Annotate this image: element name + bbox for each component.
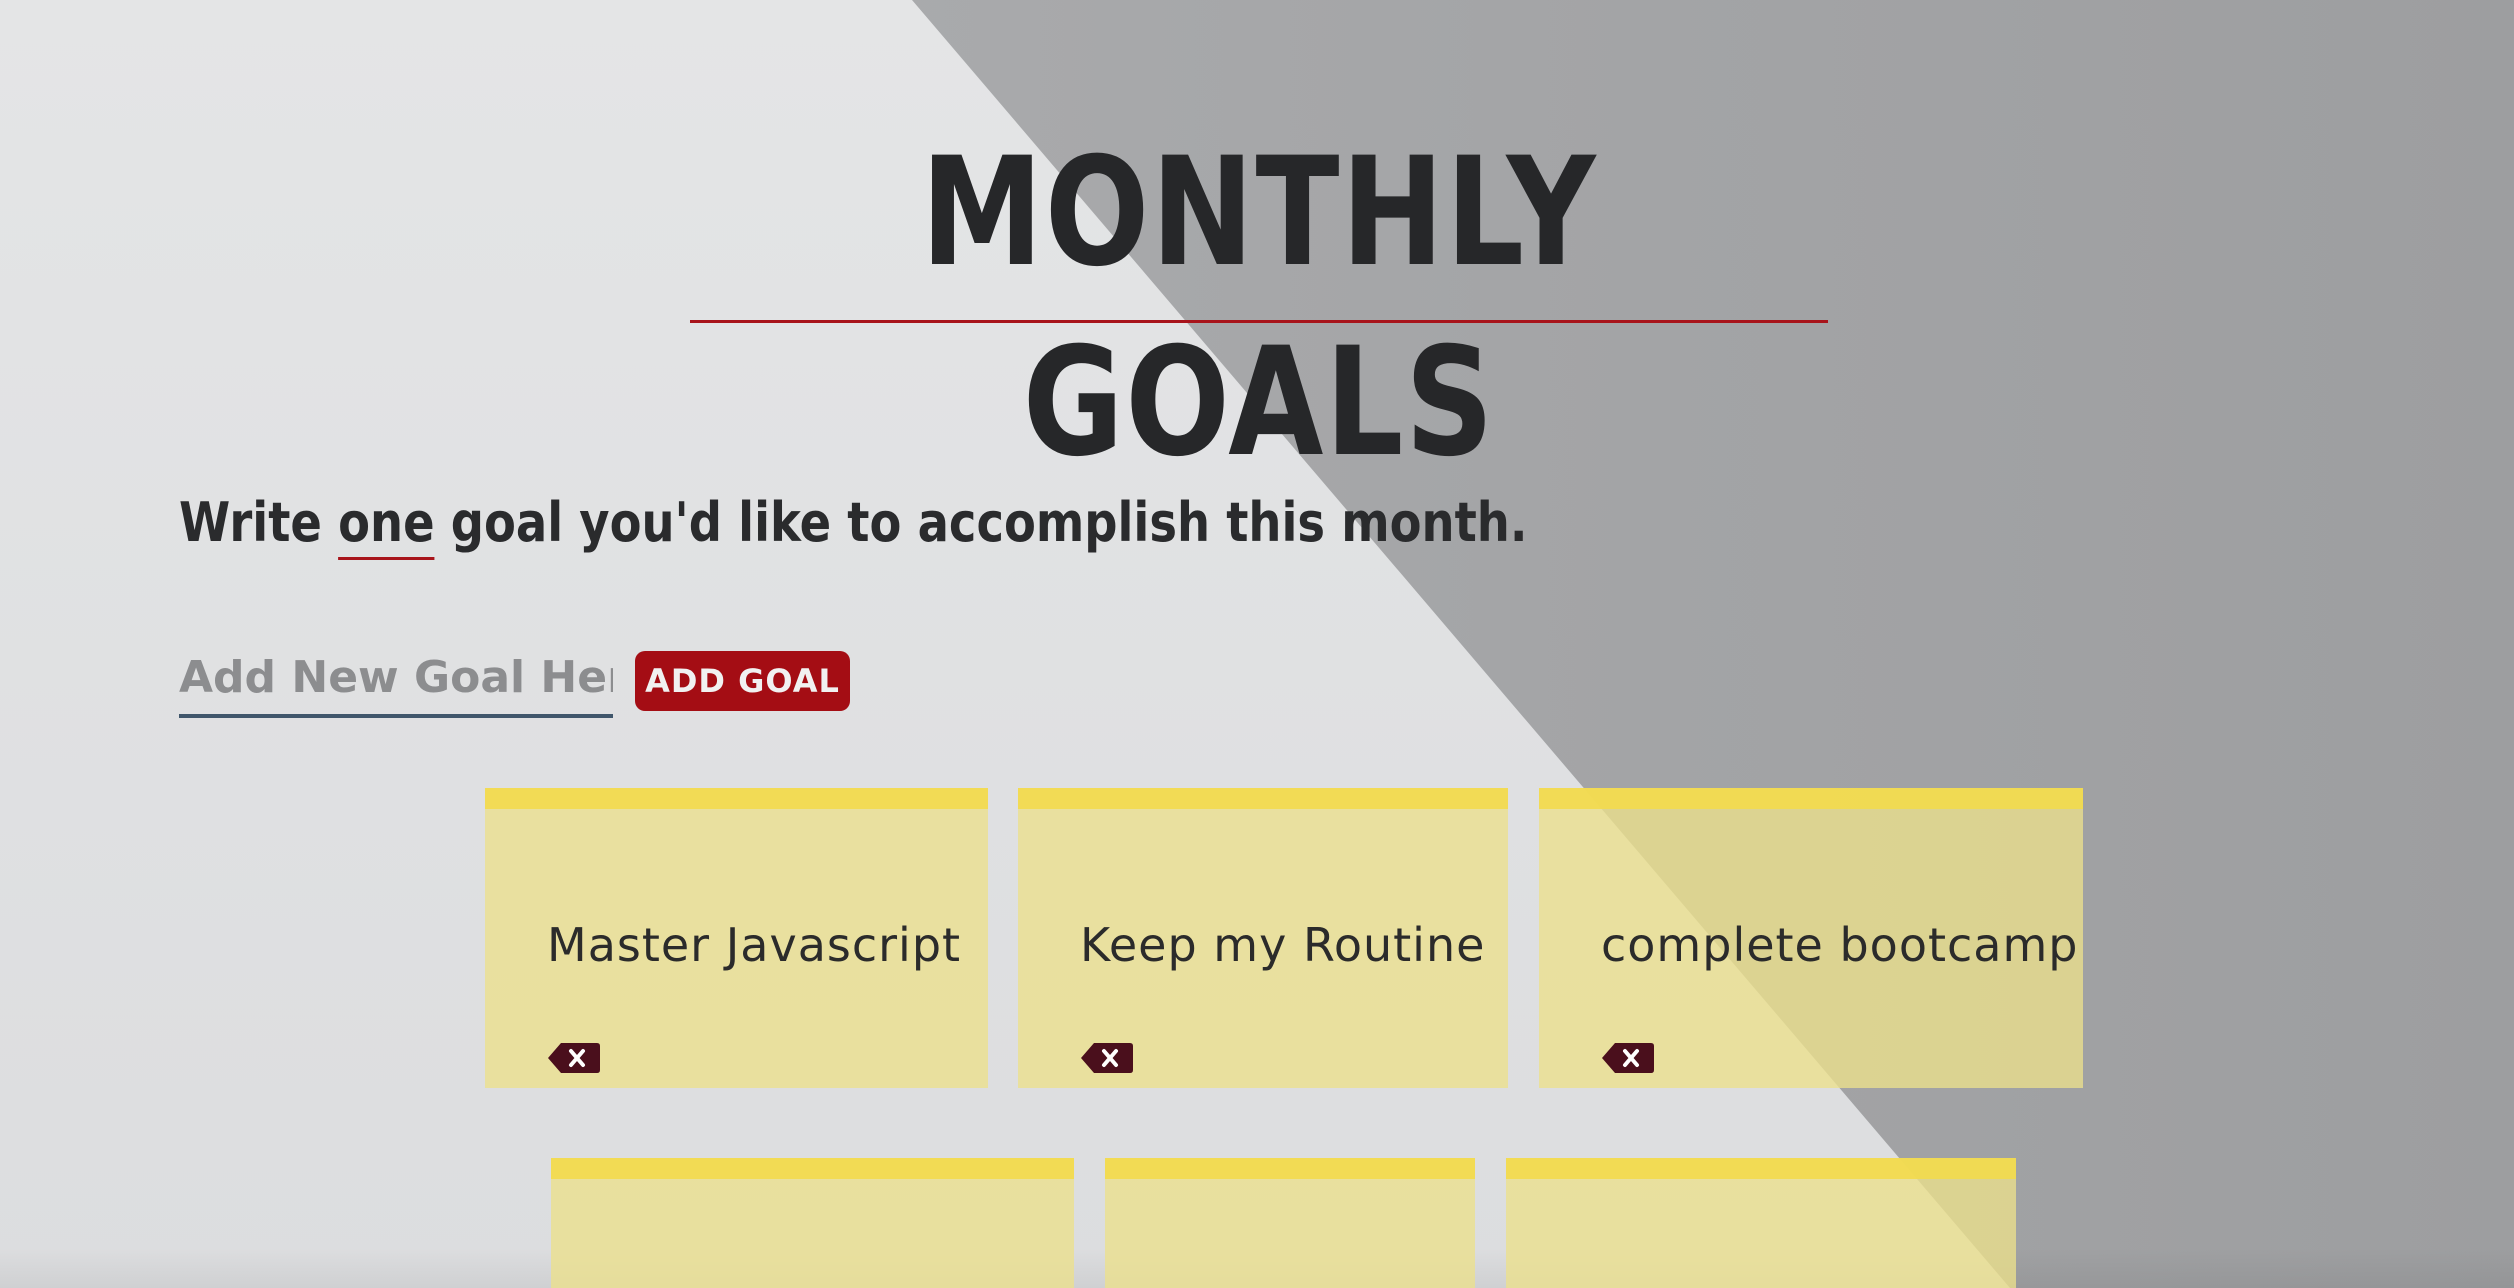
backspace-x-icon	[548, 1043, 600, 1073]
delete-goal-button[interactable]	[1601, 1042, 1655, 1074]
note-tape	[1105, 1158, 1475, 1179]
note-tape	[1539, 788, 2083, 809]
prompt-emphasis: one	[338, 491, 435, 554]
goal-text: Master Javascript	[547, 918, 962, 972]
note-tape	[1506, 1158, 2016, 1179]
goal-note	[1506, 1158, 2016, 1288]
note-tape	[485, 788, 988, 809]
delete-goal-button[interactable]	[1080, 1042, 1134, 1074]
goal-note: Master Javascript	[485, 788, 988, 1088]
new-goal-input[interactable]	[179, 640, 613, 718]
goal-note: Keep my Routine	[1018, 788, 1508, 1088]
note-tape	[1018, 788, 1508, 809]
backspace-x-icon	[1602, 1043, 1654, 1073]
goal-text: Keep my Routine	[1080, 918, 1486, 972]
goal-text: complete bootcamp	[1601, 918, 2079, 972]
goal-note	[551, 1158, 1074, 1288]
backspace-x-icon	[1081, 1043, 1133, 1073]
goal-note	[1105, 1158, 1475, 1288]
prompt-text-end: goal you'd like to accomplish this month…	[434, 491, 1528, 554]
add-goal-button[interactable]: ADD GOAL	[635, 651, 850, 711]
page-title: MONTHLY GOALS	[920, 126, 1598, 490]
goal-note: complete bootcamp	[1539, 788, 2083, 1088]
delete-goal-button[interactable]	[547, 1042, 601, 1074]
title-underline	[690, 320, 1828, 323]
goal-prompt: Write one goal you'd like to accomplish …	[179, 488, 1527, 558]
note-tape	[551, 1158, 1074, 1179]
prompt-text-start: Write	[179, 491, 339, 554]
